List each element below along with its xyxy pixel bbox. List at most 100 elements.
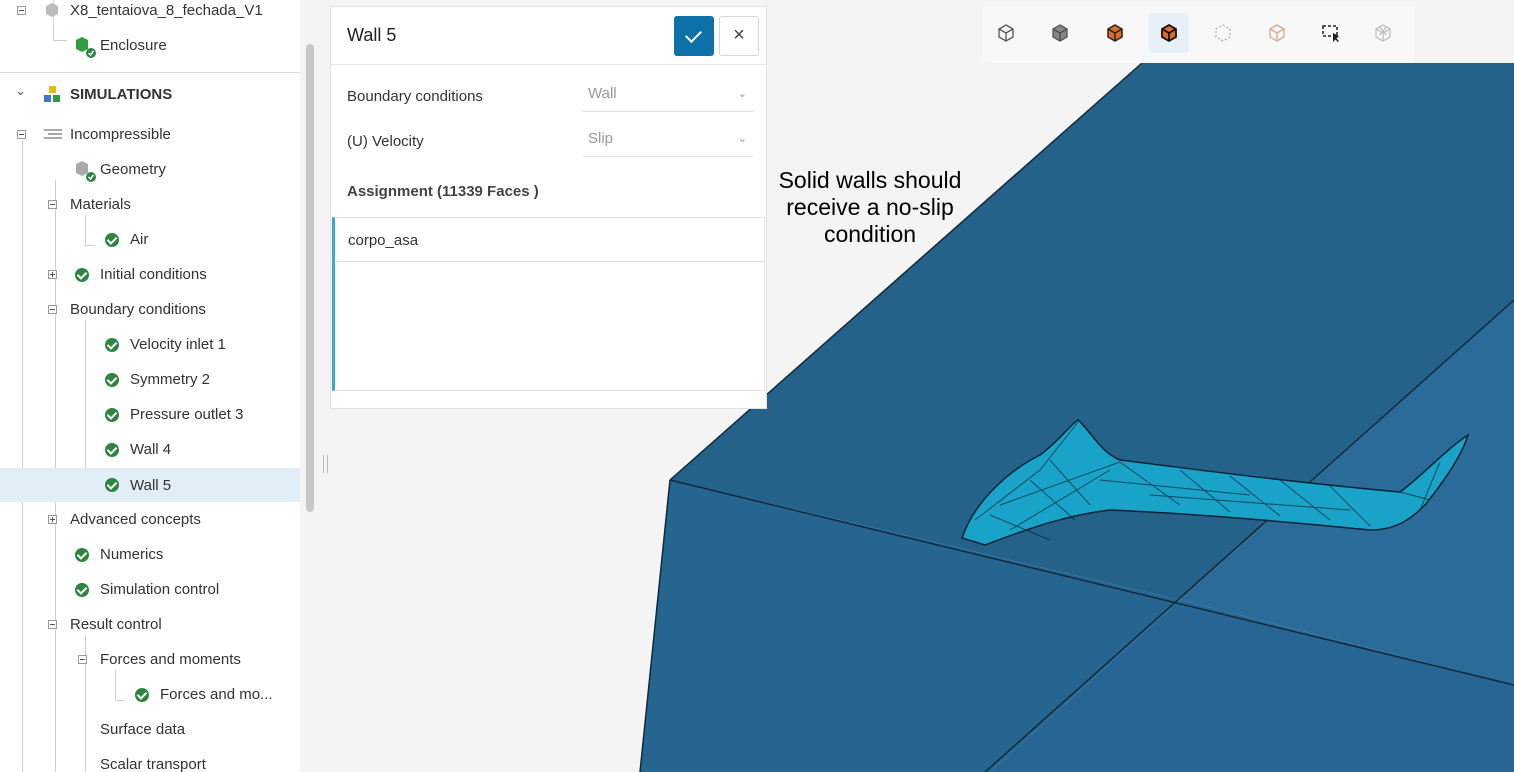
aircraft-mesh — [961, 419, 1470, 546]
close-icon: × — [733, 24, 745, 46]
tree-item-materials[interactable]: Materials — [0, 187, 300, 222]
tree-item-label: Forces and moments — [100, 651, 241, 668]
tree-item-label: Boundary conditions — [70, 301, 206, 318]
enclosure-icon — [76, 37, 96, 58]
tree-item-wall-4[interactable]: Wall 4 — [0, 432, 300, 467]
tree-item-label: Forces and mo... — [160, 686, 273, 703]
panel-resize-handle[interactable] — [323, 455, 328, 473]
check-icon — [105, 373, 119, 387]
check-icon — [105, 443, 119, 457]
surface-edges-view-icon[interactable] — [1095, 13, 1135, 53]
tree-item-symmetry[interactable]: Symmetry 2 — [0, 362, 300, 397]
transparent-view-icon[interactable] — [1257, 13, 1297, 53]
list-divider — [335, 261, 765, 262]
select-value: Slip — [588, 130, 614, 147]
enclosure-bottom-face — [990, 600, 1514, 772]
tree-item-result-control[interactable]: Result control — [0, 607, 300, 642]
tree-item-air[interactable]: Air — [0, 222, 300, 257]
tree-item-label: Pressure outlet 3 — [130, 406, 244, 423]
tree-item-geometry[interactable]: Geometry — [0, 152, 300, 187]
check-icon — [105, 338, 119, 352]
boundary-conditions-select[interactable]: Wall ⌄ — [583, 83, 753, 112]
tree-item-pressure-outlet[interactable]: Pressure outlet 3 — [0, 397, 300, 432]
expand-icon[interactable] — [48, 270, 57, 279]
points-view-icon[interactable] — [1203, 13, 1243, 53]
collapse-icon[interactable] — [48, 620, 57, 629]
enclosure-left-face — [640, 480, 1180, 772]
tree-item-geometry-file[interactable]: X8_tentaiova_8_fechada_V1 — [0, 0, 300, 28]
tree-item-scalar-transport[interactable]: Scalar transport — [0, 747, 300, 772]
mesh-view-icon[interactable] — [1363, 13, 1403, 53]
tree-item-label: Velocity inlet 1 — [130, 336, 226, 353]
chevron-down-icon[interactable]: ⌄ — [15, 83, 26, 99]
simulation-tree: X8_tentaiova_8_fechada_V1 Enclosure ⌄ SI… — [0, 0, 300, 772]
tree-item-label: Initial conditions — [100, 266, 207, 283]
check-icon — [105, 408, 119, 422]
tree-item-label: Incompressible — [70, 126, 171, 143]
check-icon — [75, 268, 89, 282]
assignment-item[interactable]: corpo_asa — [348, 232, 418, 249]
collapse-icon[interactable] — [48, 305, 57, 314]
tree-item-label: Wall 4 — [130, 441, 172, 458]
collapse-icon[interactable] — [78, 655, 87, 664]
enclosure-top-face — [670, 63, 1514, 600]
simulations-header[interactable]: ⌄ SIMULATIONS — [0, 77, 300, 112]
check-icon — [75, 548, 89, 562]
tree-item-label: Result control — [70, 616, 162, 633]
enclosure-right-face — [1180, 300, 1514, 685]
close-button[interactable]: × — [719, 16, 759, 56]
annotation-line: Solid walls should — [778, 167, 962, 193]
tree-item-numerics[interactable]: Numerics — [0, 537, 300, 572]
confirm-button[interactable] — [674, 16, 714, 56]
tree-item-label: Simulation control — [100, 581, 220, 598]
collapse-icon[interactable] — [48, 200, 57, 209]
simulations-icon — [44, 86, 60, 102]
tree-item-simulation-control[interactable]: Simulation control — [0, 572, 300, 607]
tree-item-forces-and-moments-entry[interactable]: Forces and mo... — [0, 677, 300, 712]
tree-scrollbar[interactable] — [306, 44, 314, 512]
tree-item-velocity-inlet[interactable]: Velocity inlet 1 — [0, 327, 300, 362]
simulation-type-icon — [44, 129, 62, 139]
tree-item-label: Numerics — [100, 546, 164, 563]
assignment-list[interactable]: corpo_asa — [332, 217, 765, 391]
assignment-title: Assignment (11339 Faces ) — [347, 183, 539, 200]
annotation-line: condition — [823, 221, 917, 247]
boundary-conditions-label: Boundary conditions — [347, 88, 483, 105]
tree-item-label: X8_tentaiova_8_fechada_V1 — [70, 2, 263, 19]
check-icon — [75, 583, 89, 597]
tree-item-label: Symmetry 2 — [130, 371, 211, 388]
view-toolbar — [983, 6, 1415, 63]
boundary-condition-dialog: Wall 5 × Boundary conditions Wall ⌄ (U) … — [330, 6, 767, 409]
collapse-icon[interactable] — [17, 6, 26, 15]
tree-item-enclosure[interactable]: Enclosure — [0, 28, 300, 63]
geometry-icon — [76, 161, 96, 182]
section-divider — [0, 72, 300, 73]
tree-item-label: Air — [130, 231, 149, 248]
check-icon — [105, 233, 119, 247]
wireframe-view-icon[interactable] — [986, 13, 1026, 53]
tree-item-boundary-conditions[interactable]: Boundary conditions — [0, 292, 300, 327]
tree-item-forces-and-moments[interactable]: Forces and moments — [0, 642, 300, 677]
velocity-label: (U) Velocity — [347, 133, 424, 150]
tree-item-wall-5[interactable]: Wall 5 — [0, 468, 300, 502]
tree-item-label: Geometry — [100, 161, 166, 178]
check-icon — [135, 688, 149, 702]
edges-view-icon[interactable] — [1149, 13, 1189, 53]
tree-item-incompressible[interactable]: Incompressible — [0, 117, 300, 152]
velocity-select[interactable]: Slip ⌄ — [583, 128, 753, 157]
tree-item-surface-data[interactable]: Surface data — [0, 712, 300, 747]
tree-item-label: Advanced concepts — [70, 511, 201, 528]
dialog-divider — [331, 64, 766, 65]
tree-item-initial-conditions[interactable]: Initial conditions — [0, 257, 300, 292]
tree-item-label: Surface data — [100, 721, 186, 738]
solid-view-icon[interactable] — [1040, 13, 1080, 53]
annotation-line: receive a no-slip — [786, 194, 954, 220]
box-select-icon[interactable] — [1311, 13, 1351, 53]
collapse-icon[interactable] — [17, 130, 26, 139]
section-title: SIMULATIONS — [70, 86, 173, 103]
chevron-down-icon: ⌄ — [737, 133, 747, 145]
select-value: Wall — [588, 85, 617, 102]
geometry-icon — [46, 3, 58, 17]
tree-item-advanced-concepts[interactable]: Advanced concepts — [0, 502, 300, 537]
expand-icon[interactable] — [48, 515, 57, 524]
